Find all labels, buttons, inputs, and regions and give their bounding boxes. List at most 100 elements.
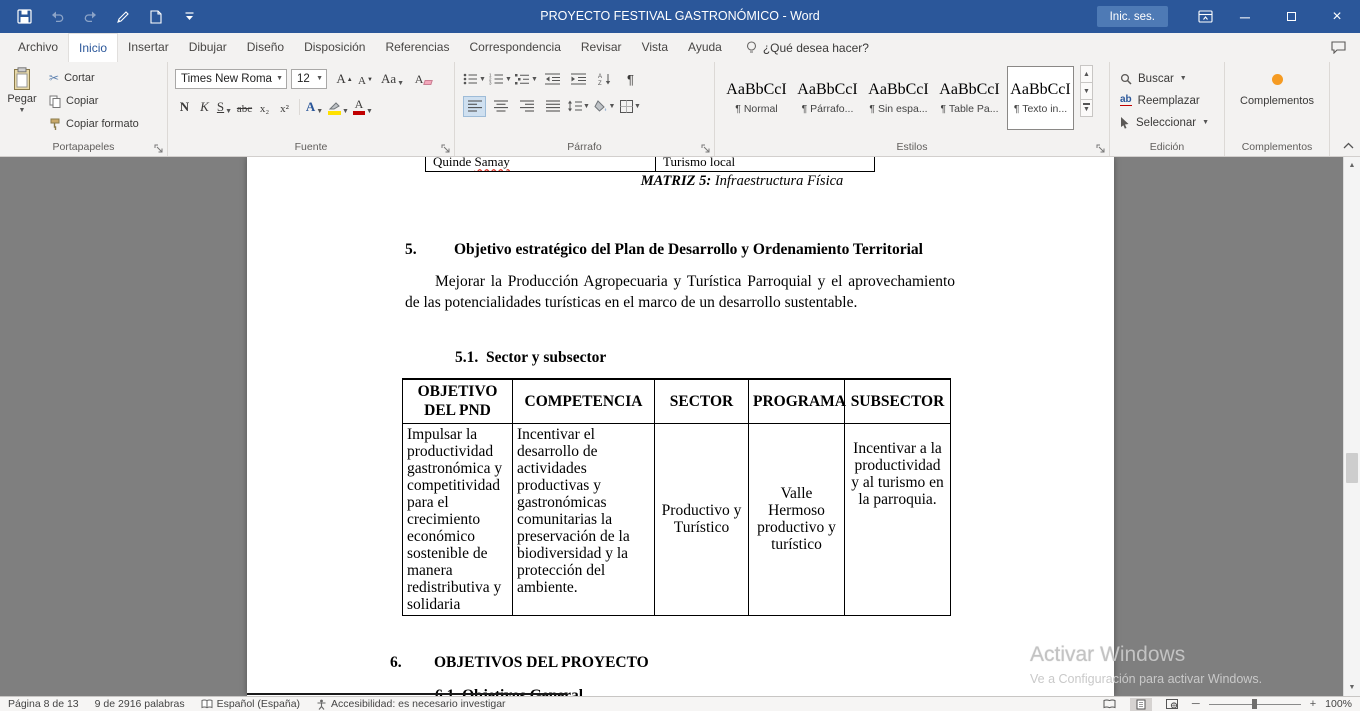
proofing-status[interactable]: Español (España) — [201, 698, 300, 710]
font-size-select[interactable]: 12 ▼ — [291, 69, 327, 89]
table-header[interactable]: PROGRAMA — [749, 379, 845, 423]
strikethrough-button[interactable]: abc — [235, 97, 254, 117]
sign-in-button[interactable]: Inic. ses. — [1097, 6, 1168, 27]
tab-inicio[interactable]: Inicio — [68, 33, 118, 62]
styles-scroll-up-button[interactable]: ▲ — [1080, 65, 1093, 83]
page-indicator[interactable]: Página 8 de 13 — [8, 698, 79, 710]
paragraph-dialog-launcher[interactable] — [700, 143, 710, 153]
table-header[interactable]: COMPETENCIA — [513, 379, 655, 423]
tab-vista[interactable]: Vista — [632, 33, 678, 62]
align-left-button[interactable] — [463, 96, 486, 117]
copy-button[interactable]: Copiar — [44, 91, 144, 111]
table-cell[interactable]: Quinde Samay — [425, 157, 655, 172]
multilevel-list-button[interactable]: ▼ — [515, 69, 538, 90]
zoom-slider[interactable] — [1209, 698, 1301, 710]
style-parrafo[interactable]: AaBbCcI ¶ Párrafo... — [794, 66, 861, 130]
redo-button[interactable] — [78, 5, 102, 29]
table-cell[interactable]: Turismo local — [655, 157, 875, 172]
change-case-button[interactable]: Aa▼ — [381, 69, 404, 89]
find-button[interactable]: Buscar ▼ — [1120, 70, 1224, 88]
style-table-paragraph[interactable]: AaBbCcI ¶ Table Pa... — [936, 66, 1003, 130]
italic-button[interactable]: K — [195, 97, 214, 117]
clear-formatting-button[interactable]: A — [414, 69, 433, 89]
zoom-level[interactable]: 100% — [1325, 698, 1352, 710]
line-spacing-button[interactable]: ▼ — [567, 96, 590, 117]
scroll-down-button[interactable]: ▼ — [1344, 680, 1360, 695]
bold-button[interactable]: N — [175, 97, 194, 117]
cut-button[interactable]: ✂ Cortar — [44, 68, 144, 88]
bullets-button[interactable]: ▼ — [463, 69, 486, 90]
maximize-button[interactable] — [1268, 0, 1314, 33]
font-family-select[interactable]: Times New Roma ▼ — [175, 69, 287, 89]
tab-disposicion[interactable]: Disposición — [294, 33, 375, 62]
sort-button[interactable]: AZ — [593, 69, 616, 90]
accessibility-status[interactable]: Accesibilidad: es necesario investigar — [316, 698, 506, 710]
borders-button[interactable]: ▼ — [619, 96, 642, 117]
replace-button[interactable]: ab Reemplazar — [1120, 92, 1224, 110]
table-cell[interactable]: Incentivar el desarrollo de actividades … — [513, 423, 655, 615]
tab-diseno[interactable]: Diseño — [237, 33, 294, 62]
matrix5-table-fragment[interactable]: Quinde Samay Turismo local — [425, 157, 875, 172]
show-paragraph-marks-button[interactable]: ¶ — [619, 69, 642, 90]
paragraph-5[interactable]: Mejorar la Producción Agropecuaria y Tur… — [405, 271, 955, 313]
addin-notification-dot-icon[interactable] — [1272, 74, 1283, 85]
clipboard-dialog-launcher[interactable] — [153, 143, 163, 153]
tab-ayuda[interactable]: Ayuda — [678, 33, 732, 62]
web-layout-button[interactable] — [1161, 698, 1183, 711]
decrease-indent-button[interactable] — [541, 69, 564, 90]
matrix5-caption[interactable]: MATRIZ 5: Infraestructura Física — [402, 173, 1082, 190]
new-document-button[interactable] — [144, 5, 168, 29]
numbering-button[interactable]: 123 ▼ — [489, 69, 512, 90]
tab-archivo[interactable]: Archivo — [8, 33, 68, 62]
table-header[interactable]: SUBSECTOR — [845, 379, 951, 423]
heading-5-1[interactable]: 5.1. Sector y subsector — [455, 349, 606, 367]
underline-button[interactable]: S▼ — [215, 97, 234, 117]
document-page[interactable]: Quinde Samay Turismo local MATRIZ 5: Inf… — [247, 157, 1114, 696]
text-effects-button[interactable]: A▼ — [305, 97, 324, 117]
draw-pen-button[interactable] — [111, 5, 135, 29]
shading-button[interactable]: ▼ — [593, 96, 616, 117]
zoom-out-button[interactable]: ─ — [1192, 698, 1200, 710]
addins-button[interactable]: Complementos — [1240, 95, 1314, 107]
save-button[interactable] — [12, 5, 36, 29]
scrollbar-thumb[interactable] — [1346, 453, 1358, 483]
collapse-ribbon-button[interactable] — [1343, 138, 1354, 152]
font-dialog-launcher[interactable] — [440, 143, 450, 153]
sector-subsector-table[interactable]: OBJETIVO DEL PND COMPETENCIA SECTOR PROG… — [402, 378, 951, 616]
table-cell[interactable]: Impulsar la productividad gastronómica y… — [403, 423, 513, 615]
paste-button[interactable]: Pegar ▼ — [0, 62, 44, 139]
style-texto-independiente[interactable]: AaBbCcI ¶ Texto in... — [1007, 66, 1074, 130]
table-cell[interactable]: Valle Hermoso productivo y turístico — [749, 423, 845, 615]
styles-scroll-down-button[interactable]: ▼ — [1080, 82, 1093, 100]
highlight-button[interactable]: ▼ — [328, 97, 349, 117]
style-sin-espaciado[interactable]: AaBbCcI ¶ Sin espa... — [865, 66, 932, 130]
vertical-scrollbar[interactable]: ▲ ▼ — [1343, 157, 1360, 696]
tab-correspondencia[interactable]: Correspondencia — [459, 33, 570, 62]
font-color-button[interactable]: A ▼ — [353, 97, 373, 117]
feedback-button[interactable] — [1331, 33, 1360, 62]
styles-more-button[interactable]: ▼ — [1080, 99, 1093, 117]
read-mode-button[interactable] — [1099, 698, 1121, 711]
style-normal[interactable]: AaBbCcI ¶ Normal — [723, 66, 790, 130]
minimize-button[interactable]: ─ — [1222, 0, 1268, 33]
zoom-in-button[interactable]: + — [1310, 698, 1316, 710]
subscript-button[interactable]: x₂ — [255, 97, 274, 117]
customize-qat-button[interactable] — [177, 5, 201, 29]
tab-dibujar[interactable]: Dibujar — [179, 33, 237, 62]
print-layout-button[interactable] — [1130, 698, 1152, 711]
increase-indent-button[interactable] — [567, 69, 590, 90]
format-painter-button[interactable]: Copiar formato — [44, 114, 144, 134]
align-center-button[interactable] — [489, 96, 512, 117]
styles-dialog-launcher[interactable] — [1095, 143, 1105, 153]
tab-referencias[interactable]: Referencias — [375, 33, 459, 62]
tab-revisar[interactable]: Revisar — [571, 33, 632, 62]
table-cell[interactable]: Productivo y Turístico — [655, 423, 749, 615]
justify-button[interactable] — [541, 96, 564, 117]
undo-button[interactable] — [45, 5, 69, 29]
table-cell[interactable]: Incentivar a la productividad y al turis… — [845, 423, 951, 615]
zoom-thumb[interactable] — [1252, 699, 1257, 709]
ribbon-display-options-button[interactable] — [1188, 0, 1222, 33]
superscript-button[interactable]: x² — [275, 97, 294, 117]
scroll-up-button[interactable]: ▲ — [1344, 158, 1360, 173]
tell-me-box[interactable]: ¿Qué desea hacer? — [746, 33, 869, 62]
